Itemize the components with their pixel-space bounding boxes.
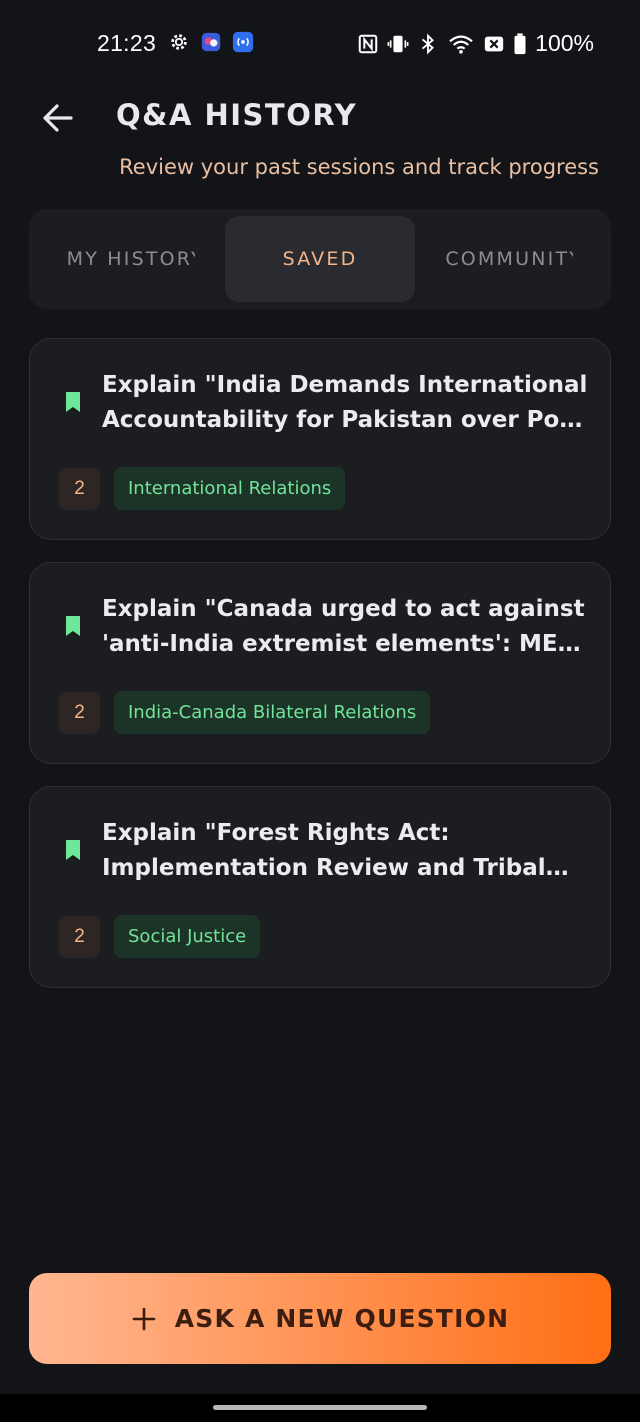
tab-my-history[interactable]: MY HISTORY — [36, 216, 225, 302]
page-title: Q&A HISTORY — [116, 98, 358, 132]
saved-question-card[interactable]: Explain "India Demands International Acc… — [29, 338, 611, 540]
status-time: 21:23 — [97, 30, 157, 56]
tab-label: COMMUNITY — [445, 248, 574, 270]
status-left-icons — [168, 31, 254, 53]
home-indicator[interactable] — [213, 1405, 427, 1410]
battery-icon — [514, 32, 526, 54]
tab-label: SAVED — [282, 248, 358, 270]
card-count-badge: 2 — [59, 692, 100, 734]
nfc-icon — [358, 34, 378, 53]
broadcast-icon — [232, 31, 254, 53]
bookmark-icon[interactable] — [65, 615, 81, 637]
wifi-icon — [449, 35, 473, 54]
ask-new-question-button[interactable]: ASK A NEW QUESTION — [29, 1273, 611, 1364]
tab-label: MY HISTORY — [66, 248, 195, 270]
card-topic-tag: Social Justice — [114, 915, 261, 958]
app-notification-icon — [201, 32, 221, 52]
card-title: Explain "Forest Rights Act: Implementati… — [102, 820, 546, 881]
card-count-badge: 2 — [59, 916, 100, 958]
saved-question-card[interactable]: Explain "Forest Rights Act: Implementati… — [29, 786, 611, 988]
tab-saved[interactable]: SAVED — [225, 216, 415, 302]
bookmark-icon[interactable] — [65, 839, 81, 861]
settings-gear-icon — [171, 34, 187, 50]
card-title: Explain "Canada urged to act against 'an… — [102, 596, 588, 657]
bluetooth-icon — [422, 33, 435, 54]
back-arrow-icon — [43, 104, 73, 132]
back-button[interactable] — [38, 98, 78, 138]
tab-bar: MY HISTORY SAVED COMMUNITY — [29, 209, 611, 309]
close-box-icon — [485, 36, 504, 51]
saved-question-card[interactable]: Explain "Canada urged to act against 'an… — [29, 562, 611, 764]
card-count-badge: 2 — [59, 468, 100, 510]
battery-percent: 100% — [535, 30, 594, 56]
card-topic-tag: India-Canada Bilateral Relations — [114, 691, 431, 734]
status-right-icons: 100% — [357, 30, 594, 57]
card-topic-tag: International Relations — [114, 467, 346, 510]
status-bar: 21:23 100% — [0, 0, 640, 86]
ask-button-label: ASK A NEW QUESTION — [174, 1304, 510, 1333]
page-subtitle: Review your past sessions and track prog… — [119, 155, 599, 179]
bookmark-icon[interactable] — [65, 391, 81, 413]
vibrate-icon — [387, 35, 409, 52]
tab-community[interactable]: COMMUNITY — [415, 216, 604, 302]
plus-icon — [132, 1307, 156, 1330]
card-title: Explain "India Demands International Acc… — [102, 372, 588, 433]
